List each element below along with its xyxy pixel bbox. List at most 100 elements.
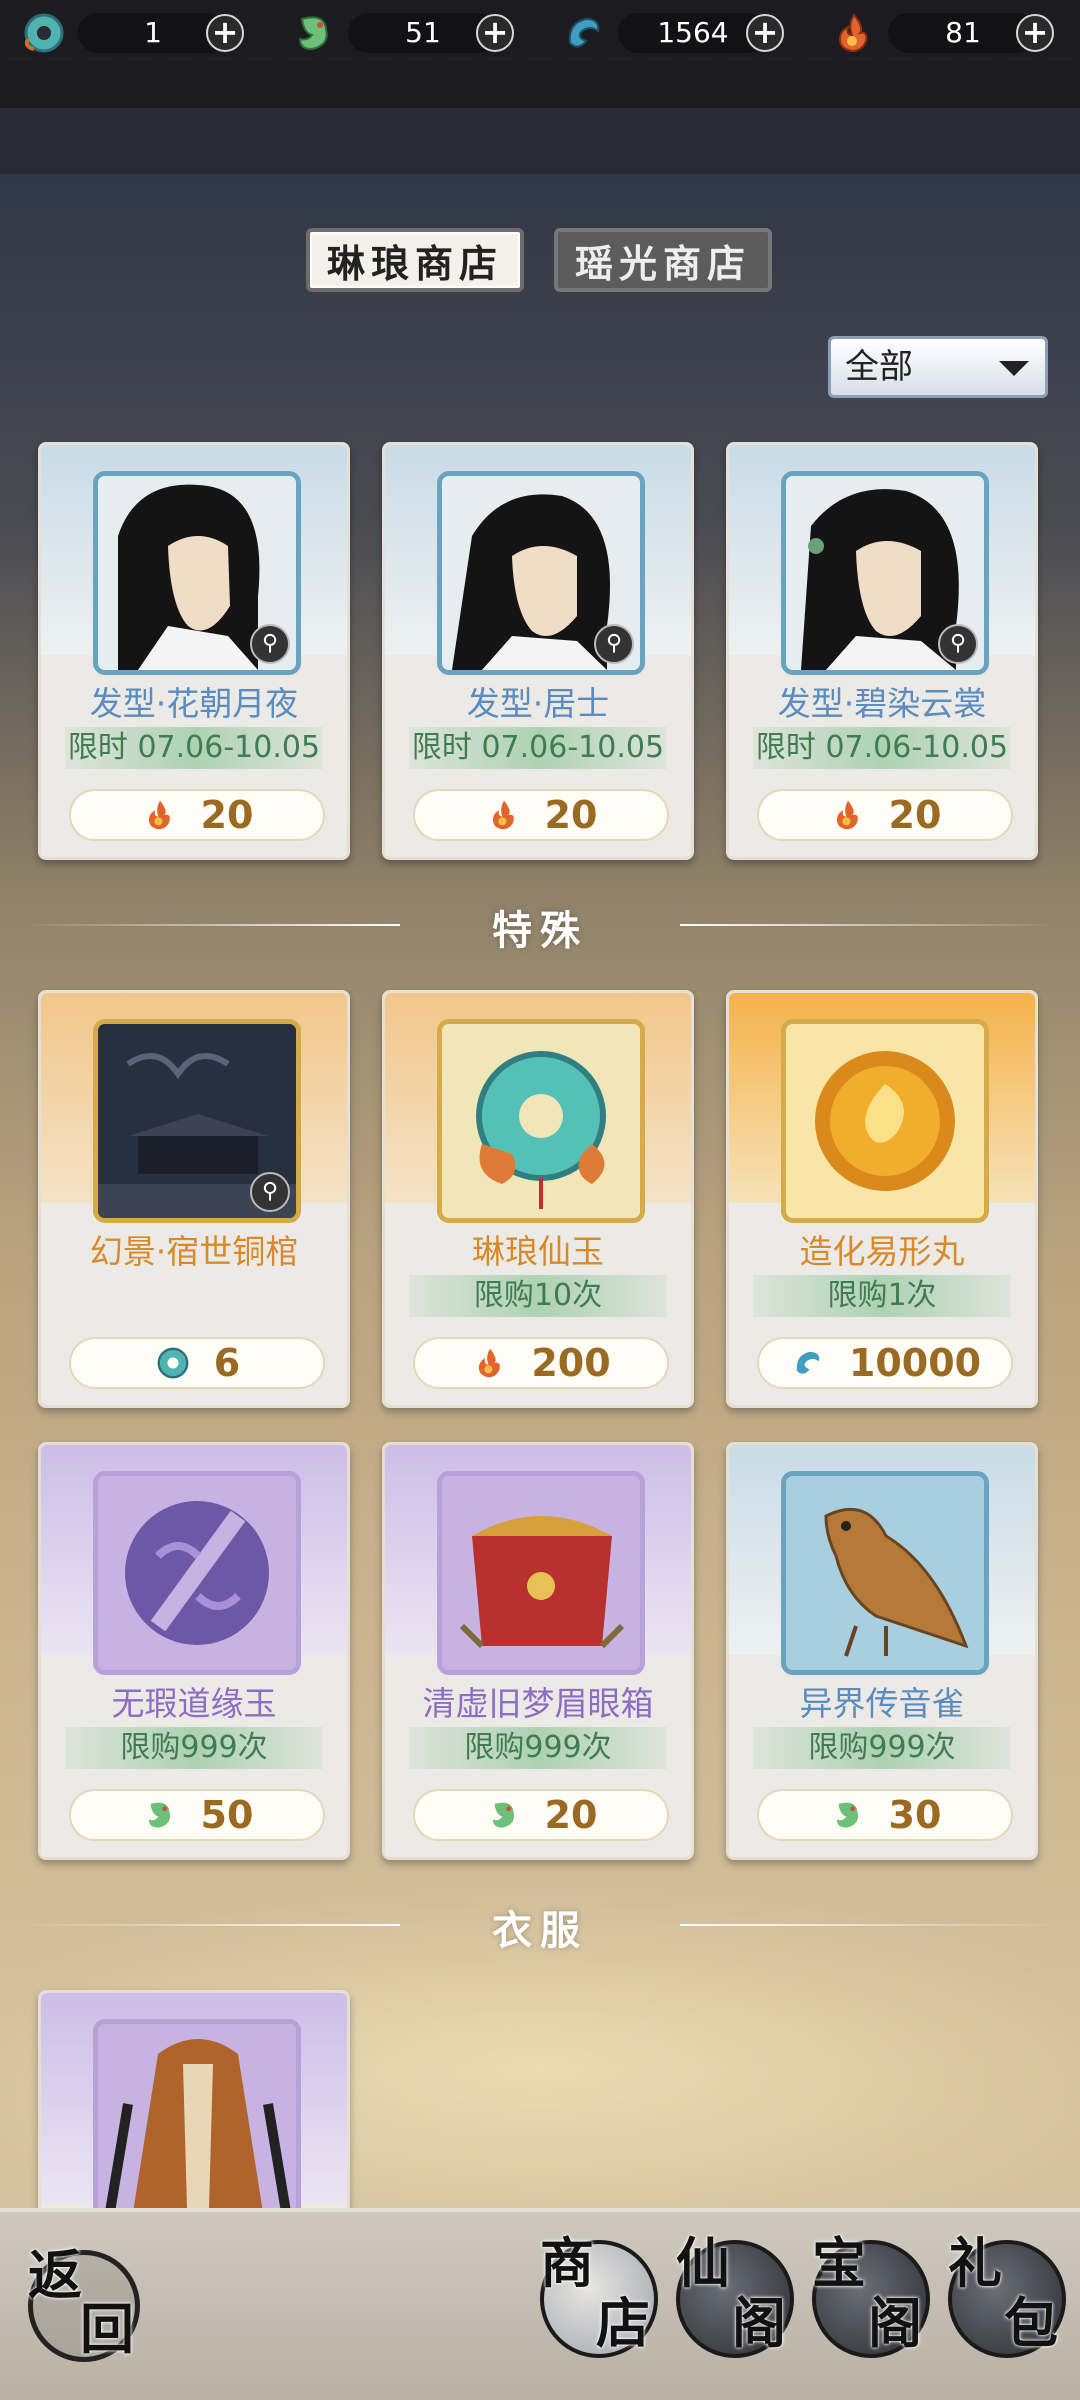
section-title: 衣服 [492,1907,588,1954]
nav-baoge-char2: 阁 [868,2291,922,2355]
filter-selected-label: 全部 [845,347,913,387]
shop-card[interactable] [38,1990,350,2220]
item-thumbnail: ⚲ [93,471,301,675]
green-token-icon [829,1796,867,1834]
shop-card[interactable]: ⚲ 发型·居士 限时 07.06-10.05 20 [382,442,694,860]
red-flame-icon [828,7,880,59]
shop-card[interactable]: 无瑕道缘玉 限购999次 50 [38,1442,350,1860]
shop-card[interactable]: ⚲ 发型·碧染云裳 限时 07.06-10.05 20 [726,442,1038,860]
red-flame-icon [485,796,523,834]
item-limit: 限时 07.06-10.05 [409,727,667,769]
item-thumbnail [437,1471,645,1675]
item-thumbnail [781,1019,989,1223]
chevron-down-icon [999,361,1029,376]
item-thumbnail [93,2019,301,2217]
price-value: 200 [531,1341,611,1385]
shop-card[interactable]: 清虚旧梦眉眼箱 限购999次 20 [382,1442,694,1860]
price-value: 20 [544,793,598,837]
item-thumbnail: ⚲ [437,471,645,675]
item-thumbnail [93,1471,301,1675]
price-value: 50 [200,1793,254,1837]
price-button[interactable]: 20 [757,789,1013,841]
blue-swirl-icon [789,1344,827,1382]
zoom-icon[interactable]: ⚲ [938,624,978,664]
price-button[interactable]: 20 [413,1789,669,1841]
item-name: 无瑕道缘玉 [111,1684,277,1723]
jade-ring-icon [18,7,70,59]
makeup-box-icon [442,1476,640,1670]
section-title: 特殊 [492,907,588,954]
price-value: 20 [888,793,942,837]
shop-card[interactable]: 造化易形丸 限购1次 10000 [726,990,1038,1408]
item-limit: 限购999次 [65,1727,323,1769]
add-currency-button[interactable]: + [746,14,784,52]
item-name: 发型·花朝月夜 [89,684,299,723]
blue-swirl-icon [558,7,610,59]
item-name: 异界传音雀 [799,1684,965,1723]
item-limit: 限购10次 [409,1275,667,1317]
section-divider-special: 特殊 [20,894,1060,954]
item-limit: 限购999次 [409,1727,667,1769]
price-value: 20 [200,793,254,837]
green-token-icon [485,1796,523,1834]
back-label-char2: 回 [80,2297,134,2361]
nav-xiange-char1: 仙 [676,2231,730,2295]
price-button[interactable]: 6 [69,1337,325,1389]
nav-shop-char2: 店 [596,2291,650,2355]
zoom-icon[interactable]: ⚲ [250,1172,290,1212]
item-limit: 限购1次 [753,1275,1011,1317]
price-button[interactable]: 20 [413,789,669,841]
add-currency-button[interactable]: + [1016,14,1054,52]
nav-libao-char2: 包 [1004,2291,1058,2355]
currency-jade-ring: 1 + [18,10,244,56]
zoom-icon[interactable]: ⚲ [594,624,634,664]
price-button[interactable]: 10000 [757,1337,1013,1389]
jade-ring-icon [442,1024,640,1218]
currency-blue-swirl: 1564 + [558,10,784,56]
price-value: 20 [544,1793,598,1837]
price-value: 30 [888,1793,942,1837]
item-thumbnail: ⚲ [93,1019,301,1223]
item-thumbnail: ⚲ [781,471,989,675]
section-divider-clothes: 衣服 [20,1894,1060,1954]
zoom-icon[interactable]: ⚲ [250,624,290,664]
item-name: 清虚旧梦眉眼箱 [422,1684,654,1723]
add-currency-button[interactable]: + [476,14,514,52]
price-button[interactable]: 50 [69,1789,325,1841]
category-filter-dropdown[interactable]: 全部 [828,336,1048,398]
nav-xiange-char2: 阁 [732,2291,786,2355]
price-value: 6 [213,1341,241,1385]
green-token-icon [141,1796,179,1834]
item-name: 造化易形丸 [799,1232,965,1271]
price-button[interactable]: 20 [69,789,325,841]
item-name: 幻景·宿世铜棺 [89,1232,299,1271]
nav-baoge-char1: 宝 [812,2231,866,2295]
flawless-jade-icon [98,1476,296,1670]
currency-green-token: 51 + [288,10,514,56]
red-flame-icon [471,1344,509,1382]
back-label-char1: 返 [28,2243,82,2307]
tab-linlang-store[interactable]: 琳琅商店 [306,228,524,292]
amber-pill-icon [786,1024,984,1218]
green-token-icon [288,7,340,59]
price-button[interactable]: 30 [757,1789,1013,1841]
shop-card[interactable]: 异界传音雀 限购999次 30 [726,1442,1038,1860]
shop-card[interactable]: 琳琅仙玉 限购10次 200 [382,990,694,1408]
item-name: 发型·居士 [466,684,610,723]
currency-red-flame: 81 + [828,10,1054,56]
item-name: 琳琅仙玉 [472,1232,604,1271]
shop-card[interactable]: ⚲ 幻景·宿世铜棺 6 [38,990,350,1408]
red-flame-icon [829,796,867,834]
price-value: 10000 [848,1341,982,1385]
tab-yaoguang-store[interactable]: 瑶光商店 [554,228,772,292]
nav-libao-char1: 礼 [948,2231,1002,2295]
shop-card[interactable]: ⚲ 发型·花朝月夜 限时 07.06-10.05 20 [38,442,350,860]
robe-outfit-icon [98,2024,296,2217]
price-button[interactable]: 200 [413,1337,669,1389]
item-thumbnail [437,1019,645,1223]
item-limit: 限购999次 [753,1727,1011,1769]
item-name: 发型·碧染云裳 [777,684,987,723]
currency-bar [0,108,1080,174]
add-currency-button[interactable]: + [206,14,244,52]
red-flame-icon [141,796,179,834]
